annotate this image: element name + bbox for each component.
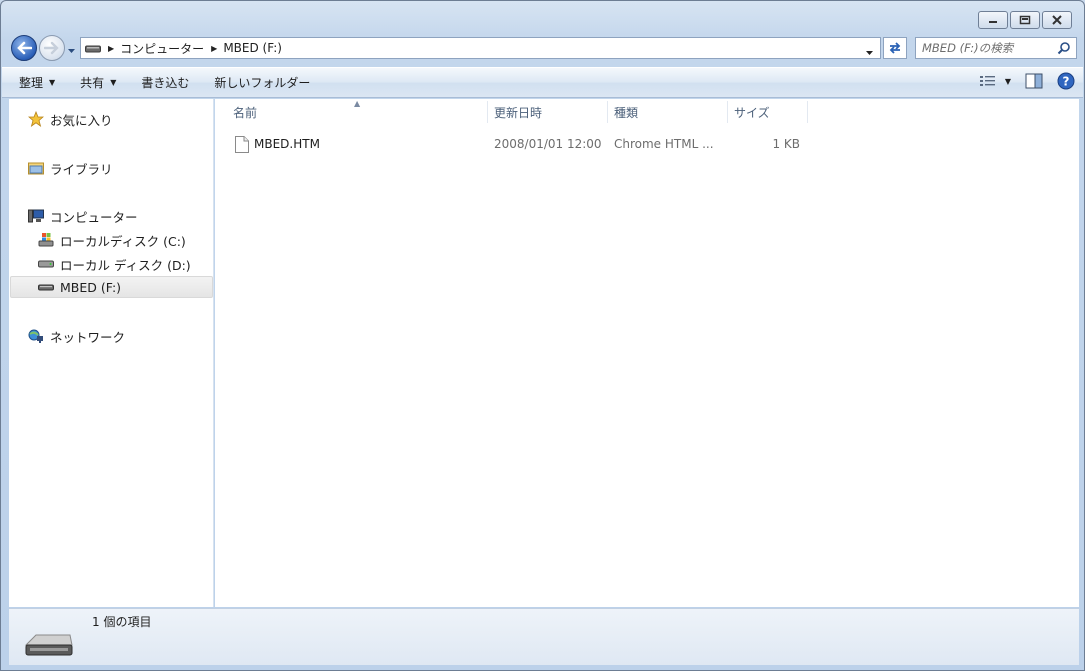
help-button[interactable]: ?	[1057, 72, 1075, 90]
organize-menu[interactable]: 整理 ▼	[11, 71, 63, 95]
new-folder-label: 新しいフォルダー	[214, 76, 311, 90]
nav-item-network[interactable]: ネットワーク	[27, 325, 125, 347]
minimize-button[interactable]	[978, 11, 1008, 29]
refresh-button[interactable]	[883, 37, 907, 59]
column-divider[interactable]	[607, 101, 608, 123]
sort-ascending-icon: ▲	[354, 99, 361, 108]
caption-buttons	[978, 11, 1072, 29]
explorer-window: ▶ コンピューター ▶ MBED (F:) 整理 ▼	[0, 0, 1085, 671]
command-bar: 整理 ▼ 共有 ▼ 書き込む 新しいフォルダー ▼ ?	[2, 67, 1083, 98]
file-name: MBED.HTM	[254, 137, 320, 151]
star-icon	[27, 111, 45, 127]
close-button[interactable]	[1042, 11, 1072, 29]
removable-drive-icon	[24, 629, 74, 662]
burn-label: 書き込む	[141, 76, 190, 90]
view-list-icon	[979, 76, 995, 86]
table-row[interactable]: MBED.HTM 2008/01/01 12:00 Chrome HTML ..…	[231, 133, 811, 155]
preview-pane-icon	[1025, 73, 1043, 89]
nav-item-favorites[interactable]: お気に入り	[27, 108, 113, 130]
column-divider[interactable]	[487, 101, 488, 123]
recent-pages-dropdown[interactable]	[67, 43, 76, 57]
nav-item-computer[interactable]: コンピューター	[27, 205, 138, 227]
forward-arrow-icon	[44, 41, 59, 55]
back-arrow-icon	[17, 41, 32, 55]
item-count: 1 個の項目	[92, 615, 152, 629]
file-size: 1 KB	[772, 137, 800, 151]
search-input[interactable]	[922, 41, 1060, 55]
burn-button[interactable]: 書き込む	[133, 71, 197, 95]
file-date: 2008/01/01 12:00	[494, 137, 602, 151]
nav-item-drive-f[interactable]: MBED (F:)	[10, 276, 213, 298]
search-box[interactable]	[915, 37, 1077, 59]
address-row: ▶ コンピューター ▶ MBED (F:)	[9, 34, 1079, 62]
nav-label: コンピューター	[50, 209, 138, 225]
back-button[interactable]	[11, 35, 37, 61]
removable-drive-icon	[37, 279, 55, 295]
nav-label: MBED (F:)	[60, 279, 122, 295]
column-header-size[interactable]: サイズ	[734, 101, 770, 123]
computer-icon	[27, 208, 45, 224]
system-drive-icon	[37, 232, 55, 248]
view-controls: ▼ ?	[979, 72, 1075, 90]
chevron-down-icon: ▼	[1004, 76, 1011, 86]
organize-label: 整理	[19, 76, 44, 90]
help-icon: ?	[1057, 72, 1075, 90]
column-header-type[interactable]: 種類	[614, 101, 638, 123]
nav-label: ローカルディスク (C:)	[60, 233, 186, 249]
details-pane: 1 個の項目	[9, 608, 1079, 665]
address-history-dropdown[interactable]	[865, 45, 874, 59]
nav-label: ライブラリ	[50, 161, 113, 177]
column-divider[interactable]	[807, 101, 808, 123]
nav-label: お気に入り	[50, 112, 113, 128]
chevron-down-icon	[866, 51, 873, 55]
nav-label: ネットワーク	[50, 329, 126, 345]
search-icon[interactable]	[1057, 41, 1071, 58]
column-header-name[interactable]: 名前	[233, 101, 257, 123]
nav-label: ローカル ディスク (D:)	[60, 257, 191, 273]
drive-icon	[85, 40, 101, 56]
network-icon	[27, 328, 45, 344]
breadcrumb-drive[interactable]: MBED (F:)	[223, 41, 282, 55]
file-icon	[235, 133, 249, 155]
forward-button[interactable]	[39, 35, 65, 61]
chevron-down-icon	[68, 49, 75, 53]
change-view-button[interactable]: ▼	[979, 74, 1011, 88]
nav-item-libraries[interactable]: ライブラリ	[27, 157, 113, 179]
share-label: 共有	[80, 76, 105, 90]
maximize-button[interactable]	[1010, 11, 1040, 29]
breadcrumb-separator-icon[interactable]: ▶	[211, 44, 217, 53]
column-divider[interactable]	[727, 101, 728, 123]
breadcrumb-computer[interactable]: コンピューター	[120, 40, 204, 57]
new-folder-button[interactable]: 新しいフォルダー	[206, 71, 318, 95]
nav-item-drive-c[interactable]: ローカルディスク (C:)	[37, 229, 186, 251]
chevron-down-icon: ▼	[110, 78, 117, 87]
library-icon	[27, 160, 45, 176]
chevron-down-icon: ▼	[49, 78, 56, 87]
preview-pane-button[interactable]	[1025, 73, 1043, 89]
address-bar[interactable]: ▶ コンピューター ▶ MBED (F:)	[80, 37, 881, 59]
share-menu[interactable]: 共有 ▼	[72, 71, 124, 95]
navigation-pane: お気に入り ライブラリ コンピューター ローカルディスク (C:) ローカル デ	[9, 99, 214, 607]
hard-drive-icon	[37, 256, 55, 272]
svg-text:?: ?	[1063, 75, 1070, 89]
refresh-icon	[889, 42, 901, 54]
column-header-date[interactable]: 更新日時	[494, 101, 542, 123]
breadcrumb-separator-icon[interactable]: ▶	[108, 44, 114, 53]
nav-item-drive-d[interactable]: ローカル ディスク (D:)	[37, 253, 191, 275]
file-list: ▲ 名前 更新日時 種類 サイズ MBED.HTM 2008/01/01 12:…	[215, 99, 1079, 607]
